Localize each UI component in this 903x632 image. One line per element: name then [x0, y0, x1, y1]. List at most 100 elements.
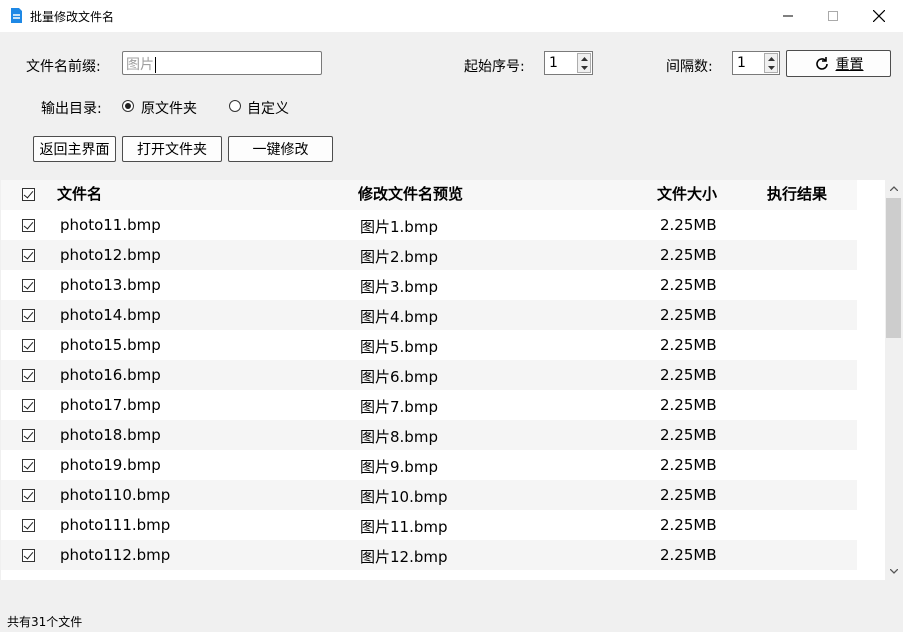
cell-preview: 图片12.bmp [360, 548, 448, 566]
row-checkbox[interactable] [22, 279, 35, 292]
minimize-icon [783, 15, 793, 17]
status-file-count: 共有31个文件 [7, 615, 83, 629]
start-number-spinbox[interactable]: 1 [544, 51, 593, 75]
row-checkbox[interactable] [22, 519, 35, 532]
header-preview: 修改文件名预览 [358, 185, 464, 203]
vertical-scrollbar[interactable] [885, 180, 902, 580]
minimize-button[interactable] [765, 0, 811, 32]
output-dir-label: 输出目录: [41, 101, 102, 117]
table-row[interactable]: photo18.bmp 图片8.bmp 2.25MB [1, 420, 857, 450]
start-number-label: 起始序号: [464, 59, 525, 75]
app-icon [11, 8, 22, 23]
prefix-input[interactable]: 图片​ [122, 51, 322, 75]
cell-filename: photo18.bmp [60, 426, 161, 444]
radio-original-label: 原文件夹 [141, 101, 197, 117]
radio-custom-label: 自定义 [247, 101, 289, 117]
row-checkbox[interactable] [22, 489, 35, 502]
reset-label: 重置 [835, 56, 864, 73]
table-row[interactable]: photo11.bmp 图片1.bmp 2.25MB [1, 210, 857, 240]
maximize-button[interactable] [810, 0, 856, 32]
row-checkbox[interactable] [22, 309, 35, 322]
table-row[interactable]: photo17.bmp 图片7.bmp 2.25MB [1, 390, 857, 420]
cell-filesize: 2.25MB [660, 486, 717, 504]
table-row[interactable]: photo12.bmp 图片2.bmp 2.25MB [1, 240, 857, 270]
cell-preview: 图片8.bmp [360, 428, 438, 446]
cell-filename: photo17.bmp [60, 396, 161, 414]
row-checkbox[interactable] [22, 399, 35, 412]
cell-filesize: 2.25MB [660, 426, 717, 444]
table-row[interactable]: photo16.bmp 图片6.bmp 2.25MB [1, 360, 857, 390]
table-row[interactable]: photo13.bmp 图片3.bmp 2.25MB [1, 270, 857, 300]
cell-filesize: 2.25MB [660, 396, 717, 414]
cell-filesize: 2.25MB [660, 276, 717, 294]
table-row[interactable]: photo112.bmp 图片12.bmp 2.25MB [1, 540, 857, 570]
cell-filename: photo11.bmp [60, 216, 161, 234]
cell-filename: photo110.bmp [60, 486, 171, 504]
cell-filename: photo111.bmp [60, 516, 171, 534]
cell-filesize: 2.25MB [660, 366, 717, 384]
spin-down-icon[interactable] [578, 63, 590, 72]
table-row[interactable]: photo15.bmp 图片5.bmp 2.25MB [1, 330, 857, 360]
spin-down-icon[interactable] [765, 63, 777, 72]
window-title: 批量修改文件名 [30, 10, 115, 24]
cell-filename: photo14.bmp [60, 306, 161, 324]
row-checkbox[interactable] [22, 369, 35, 382]
header-result: 执行结果 [767, 185, 828, 203]
header-filesize: 文件大小 [657, 185, 718, 203]
radio-custom-folder[interactable] [229, 100, 241, 112]
cell-filesize: 2.25MB [660, 516, 717, 534]
close-icon [873, 10, 885, 22]
back-to-main-button[interactable]: 返回主界面 [33, 136, 116, 162]
cell-preview: 图片2.bmp [360, 248, 438, 266]
cell-filename: photo13.bmp [60, 276, 161, 294]
row-checkbox[interactable] [22, 249, 35, 262]
table-row[interactable]: photo14.bmp 图片4.bmp 2.25MB [1, 300, 857, 330]
cell-preview: 图片5.bmp [360, 338, 438, 356]
interval-label: 间隔数: [666, 59, 713, 75]
scroll-down-icon[interactable] [885, 563, 902, 580]
table-row[interactable]: photo19.bmp 图片9.bmp 2.25MB [1, 450, 857, 480]
refresh-icon [815, 56, 828, 70]
row-checkbox[interactable] [22, 459, 35, 472]
scrollbar-thumb[interactable] [886, 198, 901, 338]
cell-preview: 图片3.bmp [360, 278, 438, 296]
row-checkbox[interactable] [22, 549, 35, 562]
cell-preview: 图片4.bmp [360, 308, 438, 326]
reset-button[interactable]: 重置 [786, 50, 891, 77]
cell-filename: photo16.bmp [60, 366, 161, 384]
spin-up-icon[interactable] [765, 54, 777, 63]
cell-preview: 图片11.bmp [360, 518, 448, 536]
rename-all-button[interactable]: 一键修改 [228, 136, 333, 162]
prefix-placeholder: 图片 [126, 57, 154, 73]
radio-original-folder[interactable] [122, 100, 134, 112]
open-folder-button[interactable]: 打开文件夹 [122, 136, 222, 162]
cell-filename: photo112.bmp [60, 546, 171, 564]
start-number-value: 1 [549, 55, 558, 71]
file-list: 文件名 修改文件名预览 文件大小 执行结果 photo11.bmp 图片1.bmp… [1, 180, 885, 580]
maximize-icon [828, 11, 838, 21]
select-all-checkbox[interactable] [22, 188, 35, 201]
cell-preview: 图片1.bmp [360, 218, 438, 236]
interval-spinbox[interactable]: 1 [732, 51, 780, 75]
title-bar: 批量修改文件名 [0, 0, 903, 32]
table-row[interactable]: photo111.bmp 图片11.bmp 2.25MB [1, 510, 857, 540]
cell-filesize: 2.25MB [660, 546, 717, 564]
cell-filename: photo12.bmp [60, 246, 161, 264]
table-row[interactable]: photo110.bmp 图片10.bmp 2.25MB [1, 480, 857, 510]
cell-filename: photo15.bmp [60, 336, 161, 354]
cell-filename: photo19.bmp [60, 456, 161, 474]
cell-preview: 图片10.bmp [360, 488, 448, 506]
row-checkbox[interactable] [22, 429, 35, 442]
header-filename: 文件名 [57, 185, 103, 203]
row-checkbox[interactable] [22, 339, 35, 352]
row-checkbox[interactable] [22, 219, 35, 232]
close-button[interactable] [856, 0, 902, 32]
spin-up-icon[interactable] [578, 54, 590, 63]
cell-filesize: 2.25MB [660, 246, 717, 264]
cell-filesize: 2.25MB [660, 456, 717, 474]
table-header: 文件名 修改文件名预览 文件大小 执行结果 [1, 180, 857, 210]
cell-filesize: 2.25MB [660, 306, 717, 324]
cell-preview: 图片7.bmp [360, 398, 438, 416]
scroll-up-icon[interactable] [885, 180, 902, 197]
cell-preview: 图片9.bmp [360, 458, 438, 476]
